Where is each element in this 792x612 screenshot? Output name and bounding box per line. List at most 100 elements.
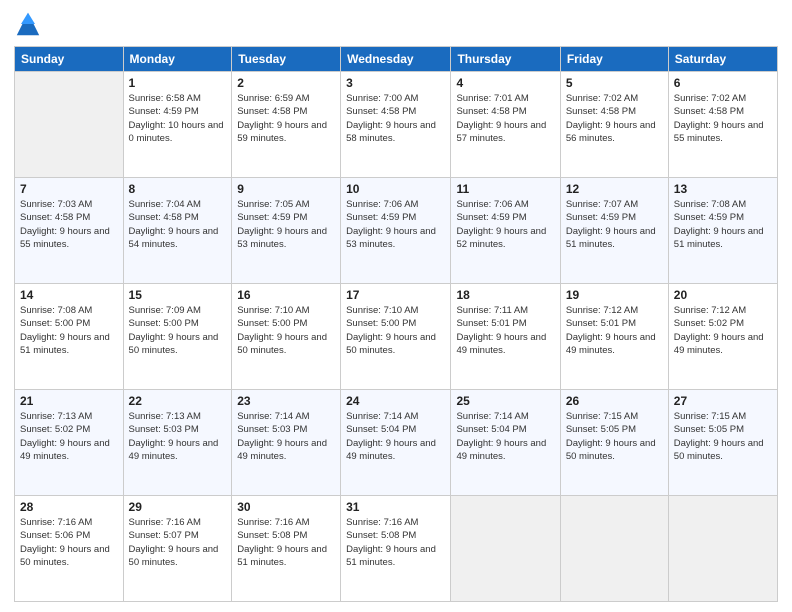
calendar-day-cell — [15, 72, 124, 178]
calendar-week-row: 7 Sunrise: 7:03 AM Sunset: 4:58 PM Dayli… — [15, 178, 778, 284]
day-number: 25 — [456, 394, 554, 408]
day-info: Sunrise: 7:15 AM Sunset: 5:05 PM Dayligh… — [674, 410, 772, 463]
day-number: 10 — [346, 182, 445, 196]
calendar-day-cell — [668, 496, 777, 602]
header — [14, 10, 778, 38]
day-number: 29 — [129, 500, 227, 514]
weekday-header-cell: Tuesday — [232, 47, 341, 72]
day-number: 9 — [237, 182, 335, 196]
day-info: Sunrise: 7:00 AM Sunset: 4:58 PM Dayligh… — [346, 92, 445, 145]
calendar-day-cell: 10 Sunrise: 7:06 AM Sunset: 4:59 PM Dayl… — [341, 178, 451, 284]
day-info: Sunrise: 7:16 AM Sunset: 5:07 PM Dayligh… — [129, 516, 227, 569]
day-number: 22 — [129, 394, 227, 408]
day-number: 3 — [346, 76, 445, 90]
calendar-day-cell: 7 Sunrise: 7:03 AM Sunset: 4:58 PM Dayli… — [15, 178, 124, 284]
calendar-day-cell: 13 Sunrise: 7:08 AM Sunset: 4:59 PM Dayl… — [668, 178, 777, 284]
day-number: 31 — [346, 500, 445, 514]
calendar-day-cell: 12 Sunrise: 7:07 AM Sunset: 4:59 PM Dayl… — [560, 178, 668, 284]
day-number: 6 — [674, 76, 772, 90]
calendar-day-cell: 17 Sunrise: 7:10 AM Sunset: 5:00 PM Dayl… — [341, 284, 451, 390]
day-info: Sunrise: 7:08 AM Sunset: 4:59 PM Dayligh… — [674, 198, 772, 251]
calendar-day-cell: 24 Sunrise: 7:14 AM Sunset: 5:04 PM Dayl… — [341, 390, 451, 496]
calendar-day-cell: 21 Sunrise: 7:13 AM Sunset: 5:02 PM Dayl… — [15, 390, 124, 496]
calendar-week-row: 14 Sunrise: 7:08 AM Sunset: 5:00 PM Dayl… — [15, 284, 778, 390]
logo — [14, 10, 46, 38]
day-number: 16 — [237, 288, 335, 302]
day-number: 21 — [20, 394, 118, 408]
page: SundayMondayTuesdayWednesdayThursdayFrid… — [0, 0, 792, 612]
calendar-table: SundayMondayTuesdayWednesdayThursdayFrid… — [14, 46, 778, 602]
calendar-day-cell: 3 Sunrise: 7:00 AM Sunset: 4:58 PM Dayli… — [341, 72, 451, 178]
calendar-week-row: 28 Sunrise: 7:16 AM Sunset: 5:06 PM Dayl… — [15, 496, 778, 602]
day-info: Sunrise: 7:13 AM Sunset: 5:03 PM Dayligh… — [129, 410, 227, 463]
day-number: 15 — [129, 288, 227, 302]
calendar-day-cell: 18 Sunrise: 7:11 AM Sunset: 5:01 PM Dayl… — [451, 284, 560, 390]
day-number: 5 — [566, 76, 663, 90]
calendar-day-cell: 8 Sunrise: 7:04 AM Sunset: 4:58 PM Dayli… — [123, 178, 232, 284]
weekday-header-cell: Saturday — [668, 47, 777, 72]
calendar-day-cell: 26 Sunrise: 7:15 AM Sunset: 5:05 PM Dayl… — [560, 390, 668, 496]
day-number: 28 — [20, 500, 118, 514]
day-info: Sunrise: 7:03 AM Sunset: 4:58 PM Dayligh… — [20, 198, 118, 251]
day-info: Sunrise: 7:06 AM Sunset: 4:59 PM Dayligh… — [346, 198, 445, 251]
day-info: Sunrise: 7:16 AM Sunset: 5:08 PM Dayligh… — [346, 516, 445, 569]
day-info: Sunrise: 7:15 AM Sunset: 5:05 PM Dayligh… — [566, 410, 663, 463]
weekday-header-cell: Monday — [123, 47, 232, 72]
weekday-header-cell: Sunday — [15, 47, 124, 72]
day-info: Sunrise: 7:14 AM Sunset: 5:04 PM Dayligh… — [346, 410, 445, 463]
weekday-header-cell: Wednesday — [341, 47, 451, 72]
day-info: Sunrise: 7:14 AM Sunset: 5:04 PM Dayligh… — [456, 410, 554, 463]
calendar-day-cell: 1 Sunrise: 6:58 AM Sunset: 4:59 PM Dayli… — [123, 72, 232, 178]
day-number: 30 — [237, 500, 335, 514]
calendar-body: 1 Sunrise: 6:58 AM Sunset: 4:59 PM Dayli… — [15, 72, 778, 602]
calendar-day-cell: 16 Sunrise: 7:10 AM Sunset: 5:00 PM Dayl… — [232, 284, 341, 390]
day-number: 18 — [456, 288, 554, 302]
day-info: Sunrise: 7:12 AM Sunset: 5:01 PM Dayligh… — [566, 304, 663, 357]
day-number: 27 — [674, 394, 772, 408]
day-info: Sunrise: 7:05 AM Sunset: 4:59 PM Dayligh… — [237, 198, 335, 251]
calendar-day-cell: 4 Sunrise: 7:01 AM Sunset: 4:58 PM Dayli… — [451, 72, 560, 178]
calendar-day-cell: 27 Sunrise: 7:15 AM Sunset: 5:05 PM Dayl… — [668, 390, 777, 496]
day-number: 8 — [129, 182, 227, 196]
day-number: 14 — [20, 288, 118, 302]
day-number: 13 — [674, 182, 772, 196]
calendar-day-cell: 25 Sunrise: 7:14 AM Sunset: 5:04 PM Dayl… — [451, 390, 560, 496]
day-info: Sunrise: 7:02 AM Sunset: 4:58 PM Dayligh… — [674, 92, 772, 145]
day-info: Sunrise: 7:06 AM Sunset: 4:59 PM Dayligh… — [456, 198, 554, 251]
calendar-day-cell: 15 Sunrise: 7:09 AM Sunset: 5:00 PM Dayl… — [123, 284, 232, 390]
calendar-day-cell: 20 Sunrise: 7:12 AM Sunset: 5:02 PM Dayl… — [668, 284, 777, 390]
day-number: 4 — [456, 76, 554, 90]
calendar-day-cell: 23 Sunrise: 7:14 AM Sunset: 5:03 PM Dayl… — [232, 390, 341, 496]
day-info: Sunrise: 7:02 AM Sunset: 4:58 PM Dayligh… — [566, 92, 663, 145]
day-info: Sunrise: 7:04 AM Sunset: 4:58 PM Dayligh… — [129, 198, 227, 251]
day-info: Sunrise: 7:12 AM Sunset: 5:02 PM Dayligh… — [674, 304, 772, 357]
day-number: 23 — [237, 394, 335, 408]
calendar-day-cell: 9 Sunrise: 7:05 AM Sunset: 4:59 PM Dayli… — [232, 178, 341, 284]
calendar-day-cell: 22 Sunrise: 7:13 AM Sunset: 5:03 PM Dayl… — [123, 390, 232, 496]
day-number: 1 — [129, 76, 227, 90]
logo-icon — [14, 10, 42, 38]
day-number: 2 — [237, 76, 335, 90]
weekday-header: SundayMondayTuesdayWednesdayThursdayFrid… — [15, 47, 778, 72]
day-number: 24 — [346, 394, 445, 408]
day-info: Sunrise: 7:16 AM Sunset: 5:08 PM Dayligh… — [237, 516, 335, 569]
day-number: 12 — [566, 182, 663, 196]
day-info: Sunrise: 7:11 AM Sunset: 5:01 PM Dayligh… — [456, 304, 554, 357]
day-number: 26 — [566, 394, 663, 408]
day-number: 20 — [674, 288, 772, 302]
day-number: 7 — [20, 182, 118, 196]
day-info: Sunrise: 7:08 AM Sunset: 5:00 PM Dayligh… — [20, 304, 118, 357]
calendar-day-cell: 31 Sunrise: 7:16 AM Sunset: 5:08 PM Dayl… — [341, 496, 451, 602]
calendar-day-cell: 29 Sunrise: 7:16 AM Sunset: 5:07 PM Dayl… — [123, 496, 232, 602]
calendar-day-cell — [560, 496, 668, 602]
calendar-day-cell: 19 Sunrise: 7:12 AM Sunset: 5:01 PM Dayl… — [560, 284, 668, 390]
calendar-day-cell: 28 Sunrise: 7:16 AM Sunset: 5:06 PM Dayl… — [15, 496, 124, 602]
calendar-day-cell: 14 Sunrise: 7:08 AM Sunset: 5:00 PM Dayl… — [15, 284, 124, 390]
day-info: Sunrise: 7:16 AM Sunset: 5:06 PM Dayligh… — [20, 516, 118, 569]
day-info: Sunrise: 6:58 AM Sunset: 4:59 PM Dayligh… — [129, 92, 227, 145]
calendar-day-cell: 30 Sunrise: 7:16 AM Sunset: 5:08 PM Dayl… — [232, 496, 341, 602]
calendar-week-row: 1 Sunrise: 6:58 AM Sunset: 4:59 PM Dayli… — [15, 72, 778, 178]
calendar-day-cell — [451, 496, 560, 602]
calendar-day-cell: 2 Sunrise: 6:59 AM Sunset: 4:58 PM Dayli… — [232, 72, 341, 178]
weekday-header-cell: Friday — [560, 47, 668, 72]
